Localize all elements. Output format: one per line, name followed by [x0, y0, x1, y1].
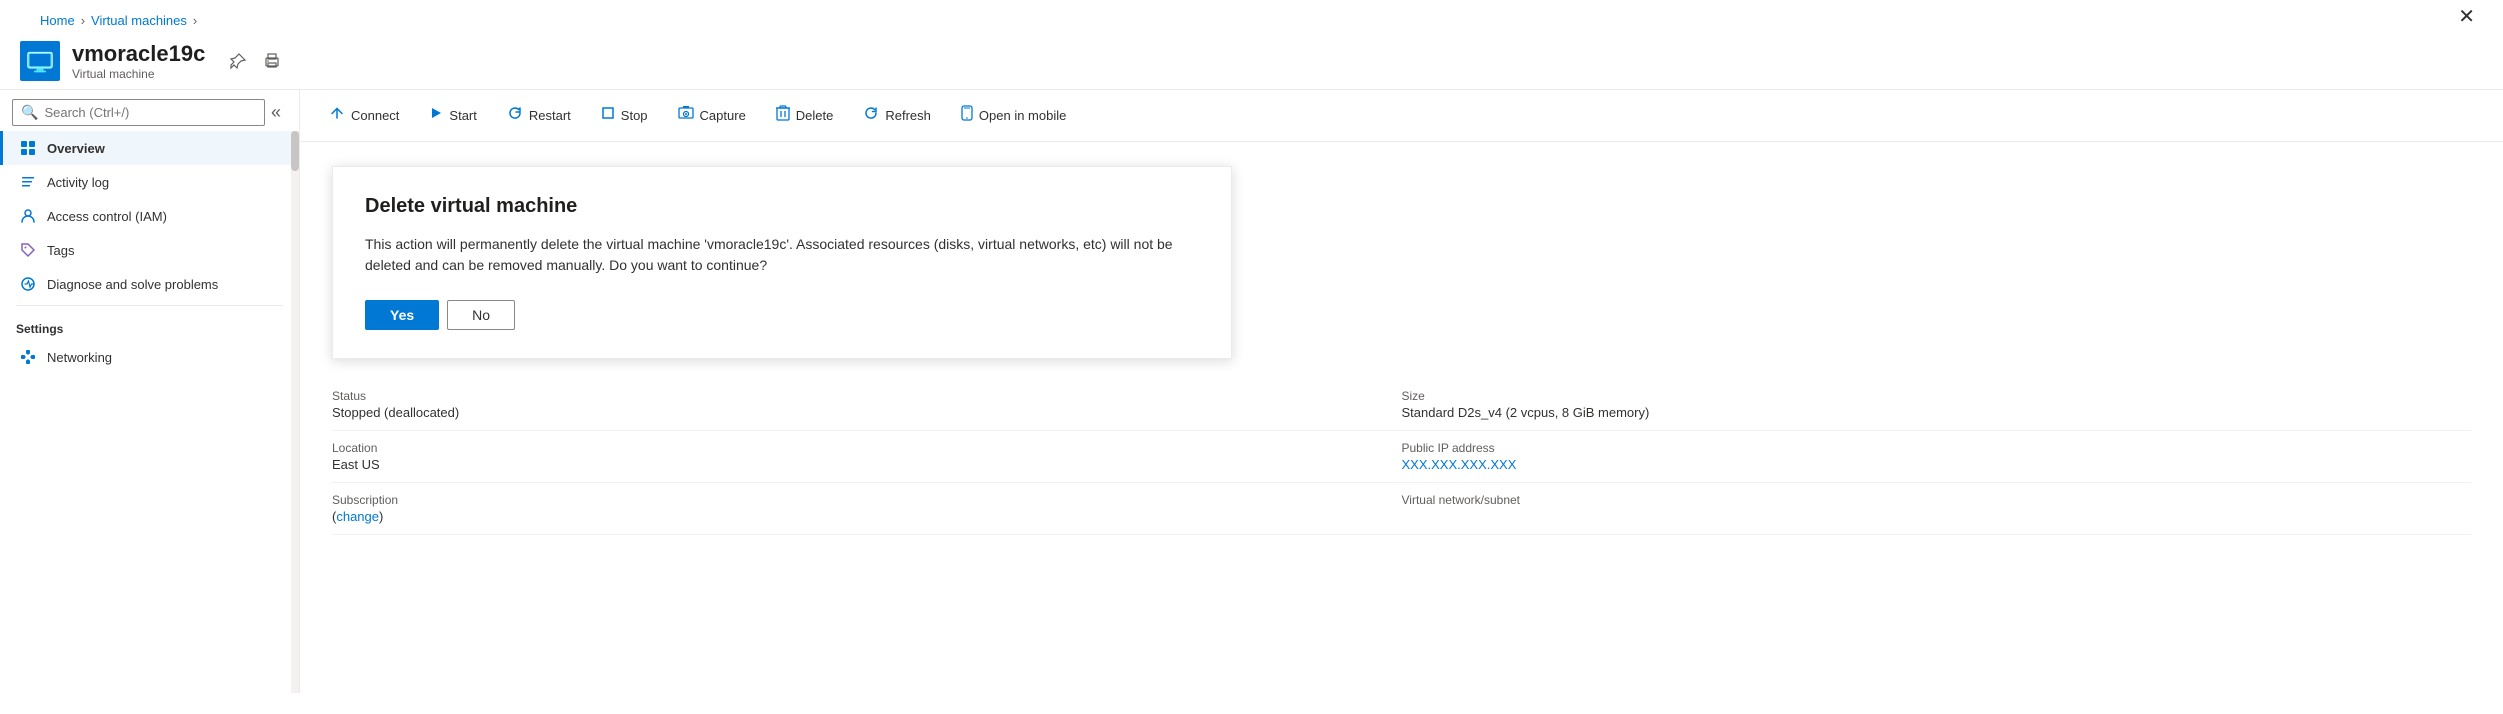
sidebar: 🔍 « Overview: [0, 90, 300, 693]
stop-label: Stop: [621, 108, 648, 123]
sidebar-item-overview[interactable]: Overview: [0, 131, 299, 165]
location-value: East US: [332, 457, 1402, 472]
diagnose-icon: [19, 275, 37, 293]
delete-dialog: Delete virtual machine This action will …: [332, 166, 1232, 359]
refresh-icon: [863, 105, 879, 126]
toolbar: Connect Start Restart: [300, 90, 2503, 142]
content-area: Delete virtual machine This action will …: [300, 142, 2503, 693]
iam-icon: [19, 207, 37, 225]
start-label: Start: [449, 108, 476, 123]
capture-label: Capture: [700, 108, 746, 123]
breadcrumb-home[interactable]: Home: [40, 13, 75, 28]
public-ip-value[interactable]: XXX.XXX.XXX.XXX: [1402, 457, 2472, 472]
stop-button[interactable]: Stop: [588, 99, 661, 132]
close-button[interactable]: ✕: [2450, 0, 2483, 33]
main-content: Connect Start Restart: [300, 90, 2503, 693]
connect-button[interactable]: Connect: [316, 98, 412, 133]
open-in-mobile-button[interactable]: Open in mobile: [948, 98, 1079, 133]
status-label: Status: [332, 389, 1402, 403]
refresh-label: Refresh: [885, 108, 931, 123]
status-value: Stopped (deallocated): [332, 405, 1402, 420]
page-header-text: vmoracle19c Virtual machine: [72, 41, 205, 81]
capture-button[interactable]: Capture: [665, 98, 759, 133]
sidebar-item-tags[interactable]: Tags: [0, 233, 299, 267]
refresh-button[interactable]: Refresh: [850, 98, 944, 133]
tags-icon: [19, 241, 37, 259]
activity-log-icon: [19, 173, 37, 191]
dialog-title: Delete virtual machine: [365, 195, 1199, 218]
networking-icon: [19, 348, 37, 366]
size-label: Size: [1402, 389, 2472, 403]
start-button[interactable]: Start: [416, 99, 489, 132]
search-input[interactable]: [44, 105, 256, 120]
settings-section-label: Settings: [0, 310, 299, 340]
search-icon: 🔍: [21, 104, 38, 121]
sidebar-item-networking[interactable]: Networking: [0, 340, 299, 374]
vm-info-grid: Status Stopped (deallocated) Size Standa…: [332, 379, 2471, 535]
dialog-message: This action will permanently delete the …: [365, 234, 1199, 276]
public-ip-label: Public IP address: [1402, 441, 2472, 455]
sidebar-item-iam-label: Access control (IAM): [47, 209, 167, 224]
dialog-yes-button[interactable]: Yes: [365, 300, 439, 330]
sidebar-item-networking-label: Networking: [47, 350, 112, 365]
delete-button[interactable]: Delete: [763, 98, 847, 133]
connect-label: Connect: [351, 108, 399, 123]
size-value: Standard D2s_v4 (2 vcpus, 8 GiB memory): [1402, 405, 2472, 420]
restart-button[interactable]: Restart: [494, 98, 584, 133]
nav-divider: [16, 305, 283, 306]
collapse-sidebar-button[interactable]: «: [265, 98, 287, 127]
sidebar-item-activity-log-label: Activity log: [47, 175, 109, 190]
page-header: vmoracle19c Virtual machine: [0, 33, 2503, 89]
sidebar-item-iam[interactable]: Access control (IAM): [0, 199, 299, 233]
page-title: vmoracle19c: [72, 41, 205, 67]
vm-icon: [20, 41, 60, 81]
overview-icon: [19, 139, 37, 157]
sidebar-item-diagnose[interactable]: Diagnose and solve problems: [0, 267, 299, 301]
sidebar-item-tags-label: Tags: [47, 243, 74, 258]
vnet-label: Virtual network/subnet: [1402, 493, 2472, 507]
subscription-label: Subscription: [332, 493, 1402, 507]
sidebar-item-activity-log[interactable]: Activity log: [0, 165, 299, 199]
subscription-item: Subscription (change): [332, 483, 1402, 535]
dialog-buttons: Yes No: [365, 300, 1199, 330]
print-button[interactable]: [259, 48, 285, 74]
subscription-change-link[interactable]: change: [336, 509, 379, 524]
breadcrumb: Home › Virtual machines ›: [20, 1, 217, 32]
size-item: Size Standard D2s_v4 (2 vcpus, 8 GiB mem…: [1402, 379, 2472, 431]
open-in-mobile-label: Open in mobile: [979, 108, 1066, 123]
breadcrumb-vms[interactable]: Virtual machines: [91, 13, 187, 28]
start-icon: [429, 106, 443, 125]
restart-label: Restart: [529, 108, 571, 123]
capture-icon: [678, 105, 694, 126]
mobile-icon: [961, 105, 973, 126]
dialog-no-button[interactable]: No: [447, 300, 515, 330]
pin-button[interactable]: [225, 48, 251, 74]
delete-label: Delete: [796, 108, 834, 123]
subscription-value: (change): [332, 509, 1402, 524]
main-layout: 🔍 « Overview: [0, 89, 2503, 693]
status-item: Status Stopped (deallocated): [332, 379, 1402, 431]
public-ip-item: Public IP address XXX.XXX.XXX.XXX: [1402, 431, 2472, 483]
restart-icon: [507, 105, 523, 126]
location-item: Location East US: [332, 431, 1402, 483]
stop-icon: [601, 106, 615, 125]
connect-icon: [329, 105, 345, 126]
sidebar-item-diagnose-label: Diagnose and solve problems: [47, 277, 218, 292]
vm-type-label: Virtual machine: [72, 67, 205, 81]
header-actions: [225, 48, 285, 74]
location-label: Location: [332, 441, 1402, 455]
delete-icon: [776, 105, 790, 126]
vnet-item: Virtual network/subnet: [1402, 483, 2472, 535]
sidebar-item-overview-label: Overview: [47, 141, 105, 156]
